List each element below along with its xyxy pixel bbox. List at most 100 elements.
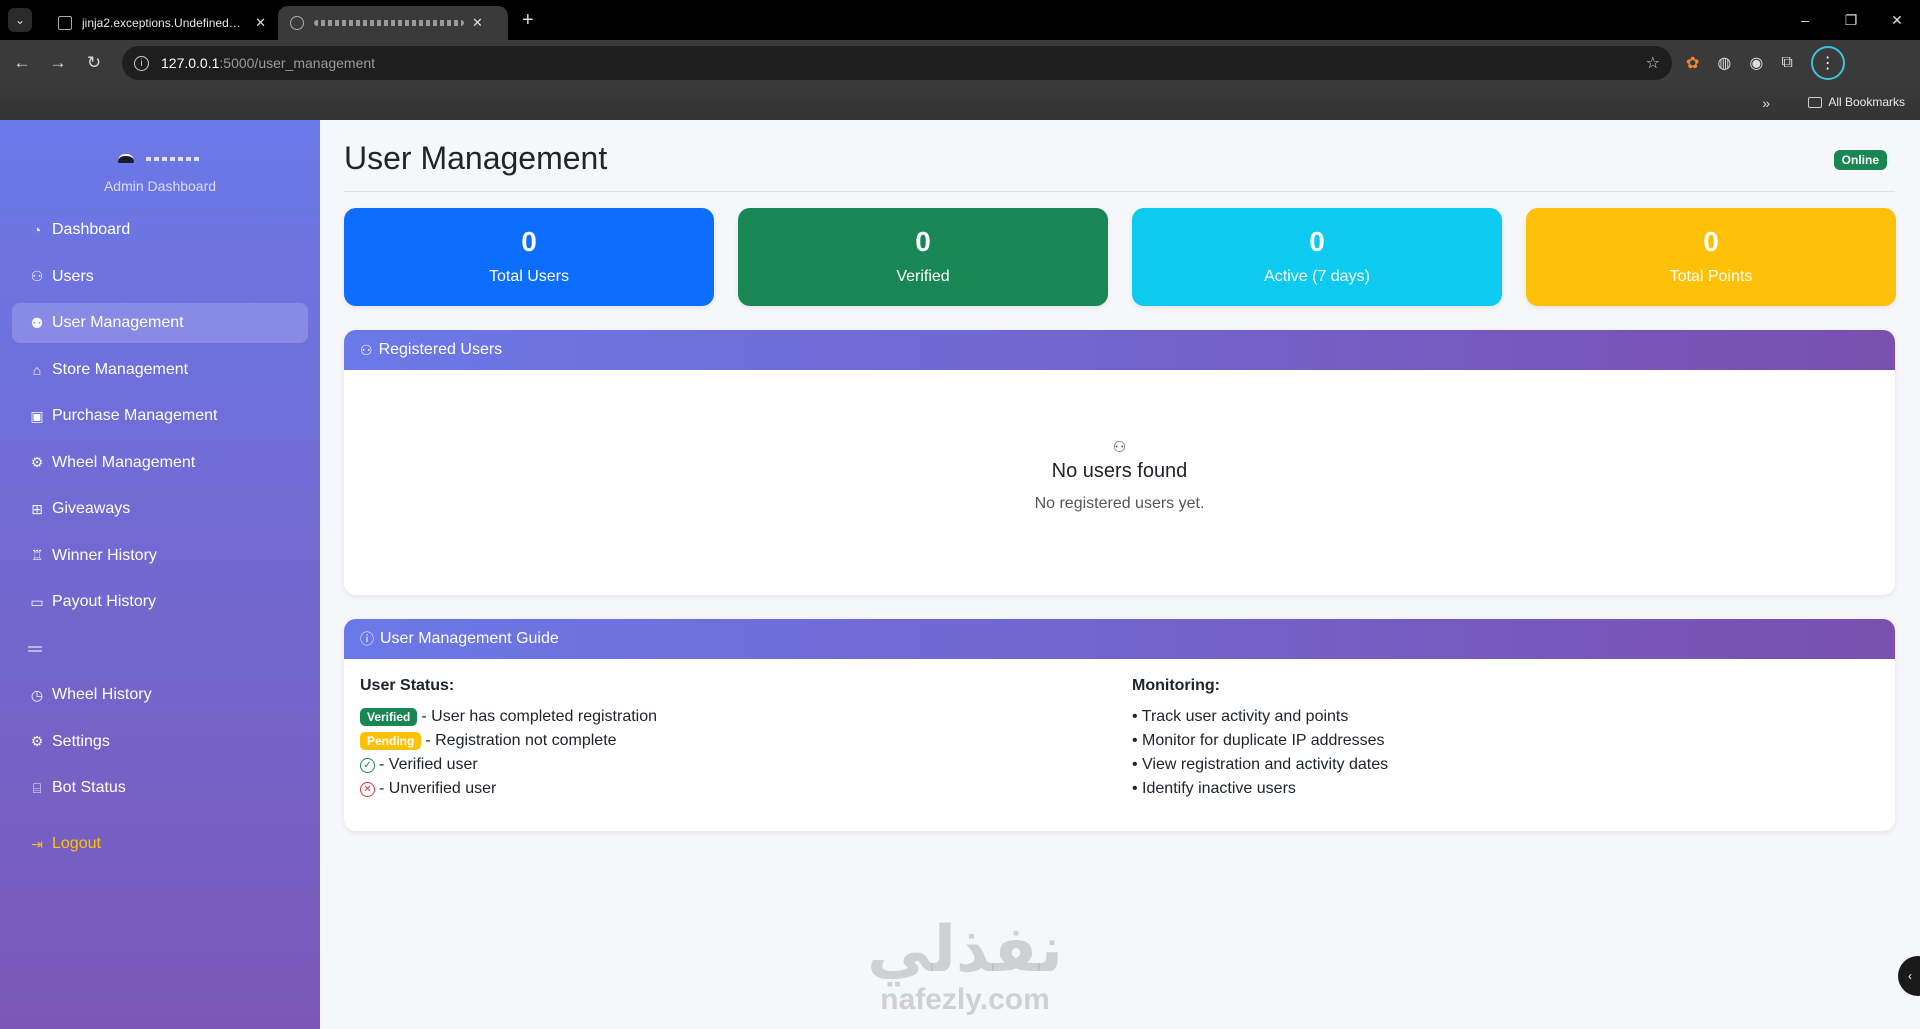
sidebar-item-label: Payout History: [52, 593, 157, 610]
browser-tab[interactable]: jinja2.exceptions.UndefinedError ✕: [46, 6, 278, 40]
sidebar-item-settings[interactable]: ⚙ Settings: [12, 722, 308, 762]
sidebar-item-bot-status[interactable]: ⌸ Bot Status: [12, 768, 308, 808]
check-circle-icon: ✓: [360, 757, 375, 773]
sidebar-nav: ◔ Dashboard ⚇ Users ⚉ User Management ⌂ …: [0, 210, 320, 864]
back-icon[interactable]: ←: [4, 53, 40, 73]
sidebar-item-winner-history[interactable]: ♖ Winner History: [12, 536, 308, 576]
stat-card-active: 0 Active (7 days): [1132, 208, 1502, 306]
list-item: Verified - User has completed registrati…: [360, 705, 657, 729]
new-tab-button[interactable]: +: [522, 9, 534, 32]
pending-badge: Pending: [360, 732, 422, 750]
list-item: • Monitor for duplicate IP addresses: [1132, 732, 1385, 749]
forward-icon[interactable]: →: [40, 53, 76, 73]
page-header: User Management Online: [344, 120, 1895, 192]
verified-badge: Verified: [360, 708, 418, 726]
bookmarks-bar: » All Bookmarks: [0, 86, 1920, 120]
close-tab-icon[interactable]: ✕: [255, 15, 266, 31]
browser-tab-active[interactable]: ✕: [278, 6, 508, 40]
tab-title-redacted: [314, 20, 464, 26]
restore-icon[interactable]: ❐: [1828, 0, 1874, 40]
extension-icon[interactable]: ✿: [1686, 53, 1699, 73]
empty-title: No users found: [1051, 460, 1188, 482]
stat-card-verified: 0 Verified: [738, 208, 1108, 306]
address-bar[interactable]: i 127.0.0.1 :5000/user_management ☆: [122, 46, 1672, 80]
info-circle-icon: ⓘ: [360, 631, 374, 647]
chevron-more-icon[interactable]: »: [1762, 95, 1770, 111]
monitoring-heading: Monitoring:: [1132, 677, 1220, 694]
stat-label: Total Points: [1669, 268, 1753, 285]
list-item-text: - Verified user: [379, 756, 478, 773]
main-content: User Management Online 0 Total Users 0 V…: [344, 120, 1896, 1029]
sidebar-item-purchase-management[interactable]: ▣ Purchase Management: [12, 396, 308, 436]
sidebar-item-dashboard[interactable]: ◔ Dashboard: [12, 210, 308, 250]
close-tab-icon[interactable]: ✕: [472, 15, 483, 31]
sidebar-item-label: Dashboard: [52, 221, 131, 238]
all-bookmarks-button[interactable]: All Bookmarks: [1808, 95, 1905, 109]
browser-menu-icon[interactable]: ⋮: [1810, 46, 1845, 80]
people-icon: ⚇: [360, 341, 373, 358]
blurred-icon: [28, 645, 42, 652]
sidebar-item-label: Store Management: [52, 360, 189, 378]
sidebar: Admin Dashboard ◔ Dashboard ⚇ Users ⚉ Us…: [0, 120, 320, 1029]
cash-icon: ▭: [30, 593, 44, 610]
site-info-icon[interactable]: i: [134, 55, 149, 71]
sidebar-item-label: Purchase Management: [52, 407, 218, 424]
page-title: User Management: [344, 140, 608, 176]
sidebar-item-wheel-history[interactable]: ◷ Wheel History: [12, 675, 308, 715]
card-title: User Management Guide: [380, 630, 559, 647]
stat-value: 0: [521, 226, 537, 257]
sidebar-item-giveaways[interactable]: ⊞ Giveaways: [12, 489, 308, 529]
stat-label: Verified: [896, 268, 950, 285]
card-header: ⚇ Registered Users: [344, 330, 1895, 370]
tab-search-button[interactable]: ⌄: [8, 8, 32, 32]
logout-button[interactable]: ⇥ Logout: [12, 824, 308, 864]
stats-row: 0 Total Users 0 Verified 0 Active (7 day…: [344, 208, 1896, 306]
bookmark-star-icon[interactable]: ☆: [1646, 53, 1660, 73]
stat-card-total-users: 0 Total Users: [344, 208, 714, 306]
list-item: ✓ - Verified user: [360, 753, 657, 777]
sidebar-item-label: Wheel Management: [52, 453, 196, 471]
gift-icon: ⊞: [31, 500, 43, 517]
clock-history-icon: ◷: [30, 686, 44, 703]
sidebar-item-users[interactable]: ⚇ Users: [12, 257, 308, 297]
stat-value: 0: [1309, 226, 1325, 257]
logo-icon: [118, 154, 134, 163]
globe-favicon-icon: [290, 16, 304, 30]
empty-text: No registered users yet.: [1034, 495, 1205, 512]
sidebar-item-store-management[interactable]: ⌂ Store Management: [12, 350, 308, 390]
sidebar-item-user-management[interactable]: ⚉ User Management: [12, 303, 308, 343]
sidebar-item-label: User Management: [52, 314, 184, 331]
close-window-icon[interactable]: ✕: [1874, 0, 1920, 40]
people-icon: ⚇: [1112, 439, 1127, 456]
sidebar-item-label: Bot Status: [52, 779, 126, 796]
puzzle-extensions-icon[interactable]: ⧉: [1781, 54, 1792, 72]
minimize-icon[interactable]: –: [1782, 0, 1828, 40]
empty-state: ⚇ No users found No registered users yet…: [344, 370, 1895, 513]
tab-title: jinja2.exceptions.UndefinedError: [82, 16, 248, 30]
globe-extension-icon[interactable]: ◍: [1717, 53, 1731, 73]
sidebar-item-label: Giveaways: [52, 500, 131, 517]
brand-name-redacted: [146, 156, 202, 161]
record-extension-icon[interactable]: ◉: [1749, 53, 1763, 73]
logout-icon: ⇥: [31, 835, 43, 852]
gear-wheel-icon: ⚙: [30, 454, 44, 470]
stat-label: Total Users: [488, 268, 570, 285]
brand-subtitle: Admin Dashboard: [103, 178, 217, 194]
person-gear-icon: ⚉: [30, 314, 44, 331]
stat-card-total-points: 0 Total Points: [1526, 208, 1896, 306]
brand-logo: [118, 154, 202, 163]
sidebar-item-hidden[interactable]: [12, 629, 308, 669]
people-icon: ⚇: [30, 268, 44, 284]
sidebar-item-label: Wheel History: [52, 686, 152, 703]
folder-icon: [1808, 96, 1823, 108]
sidebar-item-payout-history[interactable]: ▭ Payout History: [12, 582, 308, 622]
reload-icon[interactable]: ↻: [76, 53, 112, 73]
terminal-favicon-icon: [58, 16, 72, 30]
guide-card: ⓘ User Management Guide User Status: Ver…: [344, 619, 1895, 831]
stat-value: 0: [1703, 226, 1719, 257]
sidebar-item-label: Winner History: [52, 546, 157, 564]
shop-icon: ⌂: [32, 361, 42, 378]
sidebar-item-wheel-management[interactable]: ⚙ Wheel Management: [12, 443, 308, 483]
sidebar-item-label: Settings: [52, 732, 110, 750]
floating-toggle-button[interactable]: ‹: [1898, 956, 1920, 996]
